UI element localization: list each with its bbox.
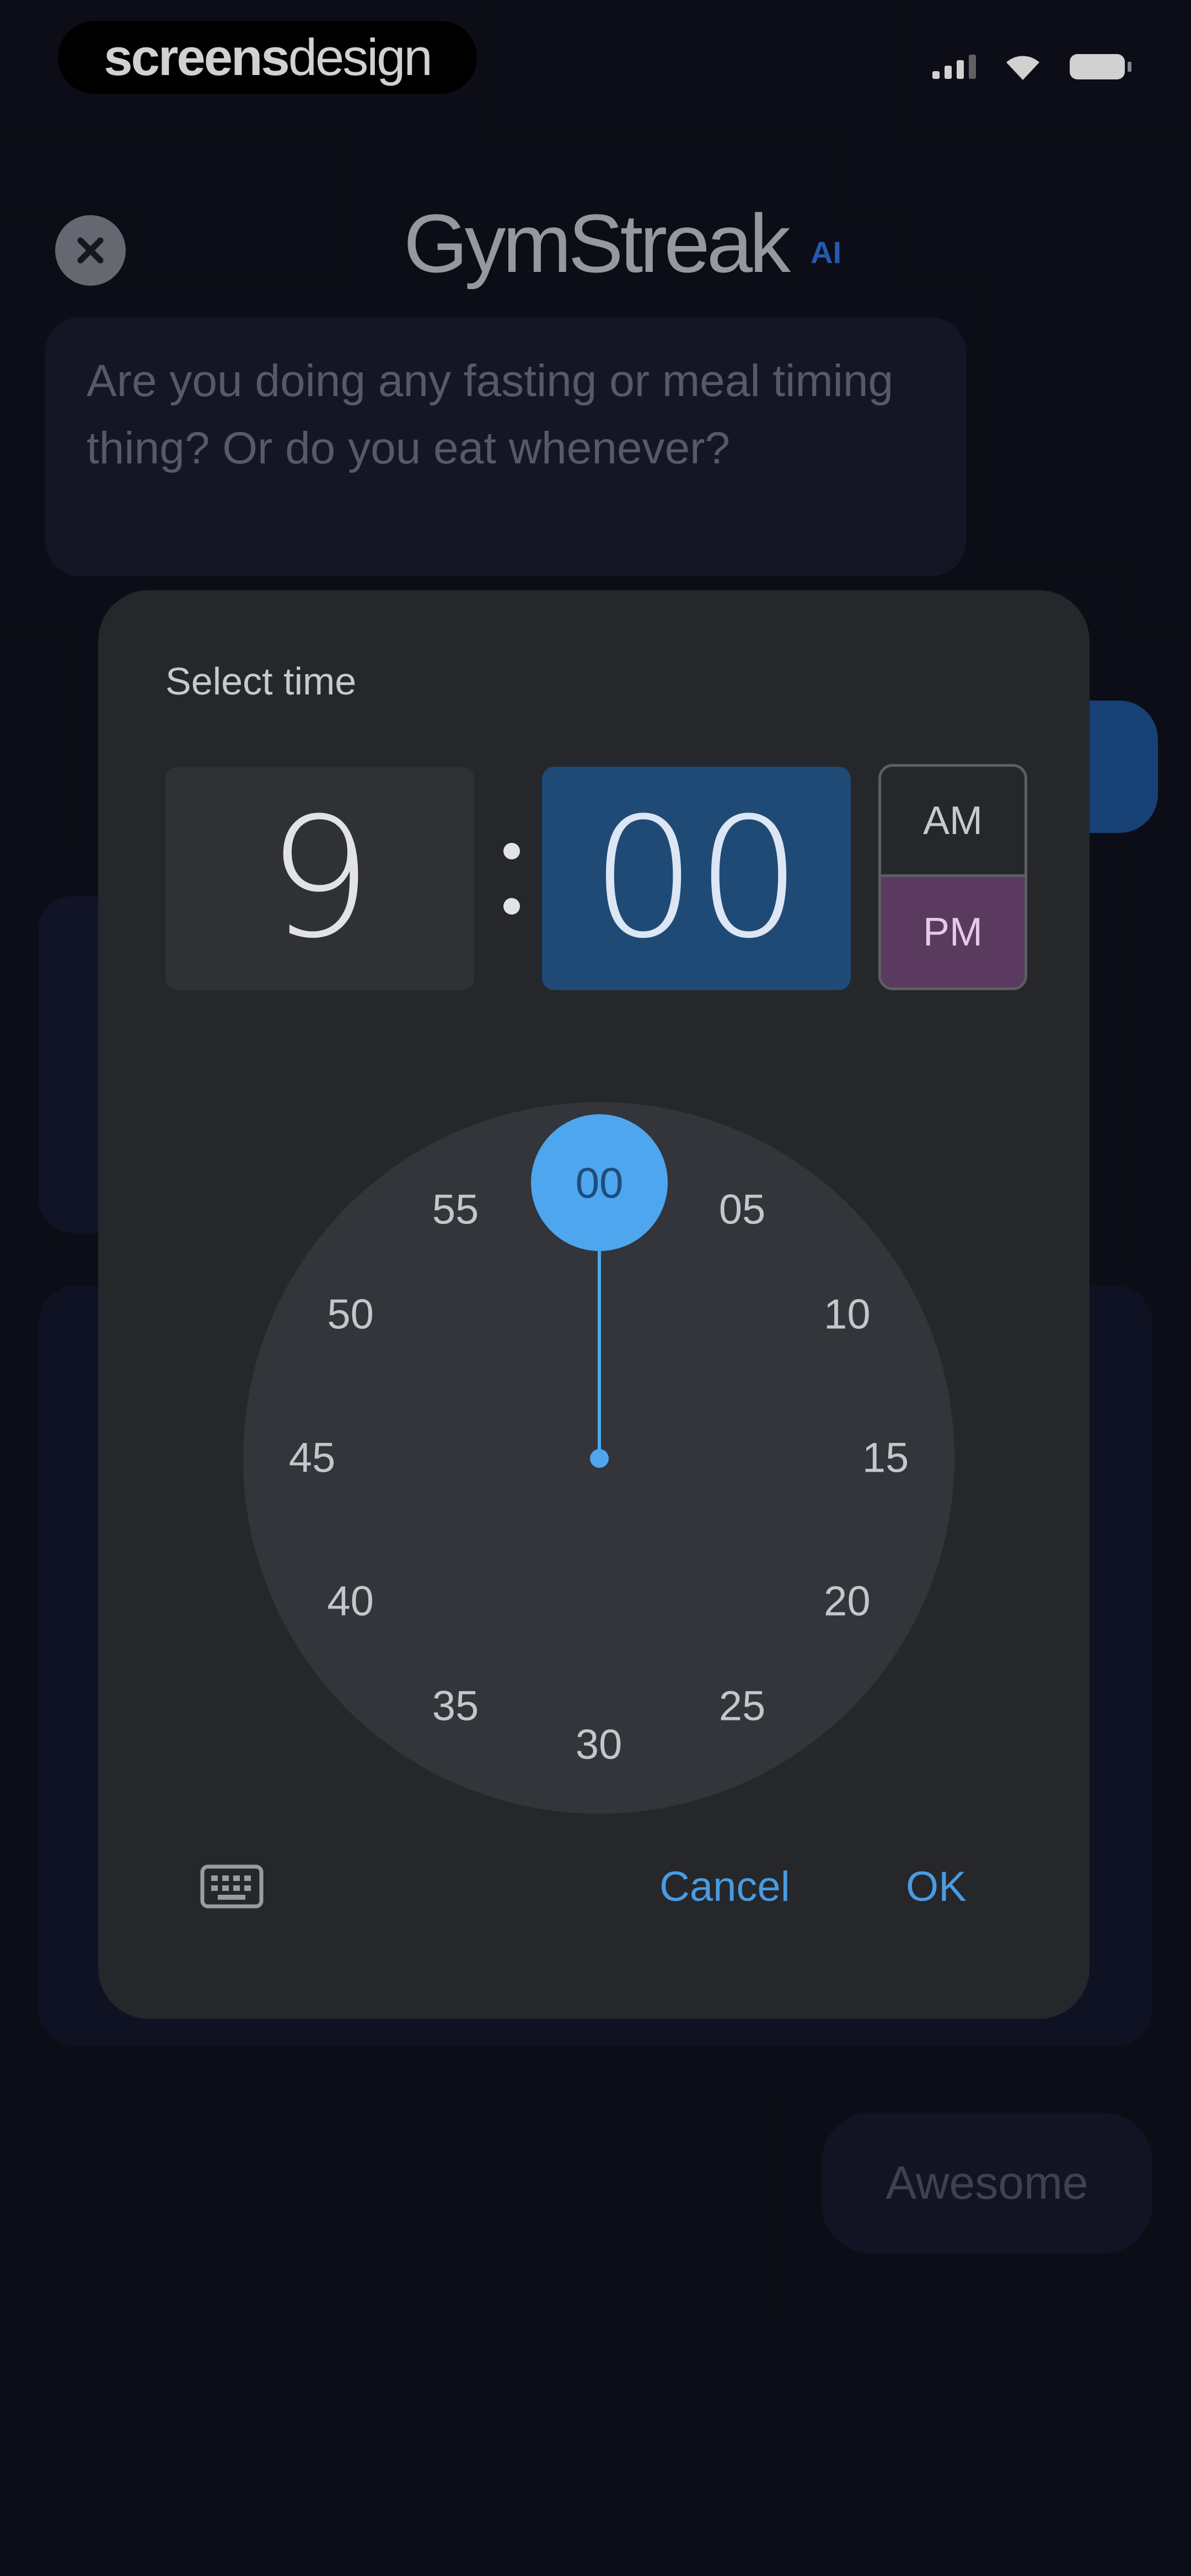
hour-field[interactable]: 9 (165, 767, 474, 990)
dial-selector[interactable]: 00 (531, 1114, 668, 1251)
keyboard-input-button[interactable] (200, 1864, 264, 1909)
dial-label-55[interactable]: 55 (432, 1185, 479, 1233)
dial-label-10[interactable]: 10 (824, 1291, 871, 1339)
minute-field[interactable]: 00 (542, 767, 851, 990)
minute-dial[interactable]: 55 50 45 40 35 30 25 20 15 10 05 00 (243, 1102, 954, 1814)
dial-center (590, 1449, 609, 1468)
time-separator (495, 767, 528, 990)
dialog-title: Select time (165, 660, 357, 703)
dial-label-35[interactable]: 35 (432, 1682, 479, 1730)
keyboard-icon (200, 1864, 264, 1909)
cancel-button[interactable]: Cancel (659, 1859, 790, 1914)
dial-label-20[interactable]: 20 (824, 1578, 871, 1626)
dial-label-05[interactable]: 05 (719, 1185, 766, 1233)
dial-label-50[interactable]: 50 (327, 1291, 374, 1339)
pm-button[interactable]: PM (881, 877, 1024, 987)
dial-label-40[interactable]: 40 (327, 1578, 374, 1626)
dial-label-45[interactable]: 45 (289, 1434, 336, 1482)
dial-label-30[interactable]: 30 (576, 1721, 623, 1769)
ok-button[interactable]: OK (906, 1859, 967, 1914)
time-picker-dialog: Select time 9 00 AM PM 55 50 45 40 35 30 25 20 1… (98, 590, 1090, 2019)
am-button[interactable]: AM (881, 767, 1024, 877)
period-toggle: AM PM (878, 764, 1027, 990)
dial-label-25[interactable]: 25 (719, 1682, 766, 1730)
dial-label-15[interactable]: 15 (862, 1434, 909, 1482)
